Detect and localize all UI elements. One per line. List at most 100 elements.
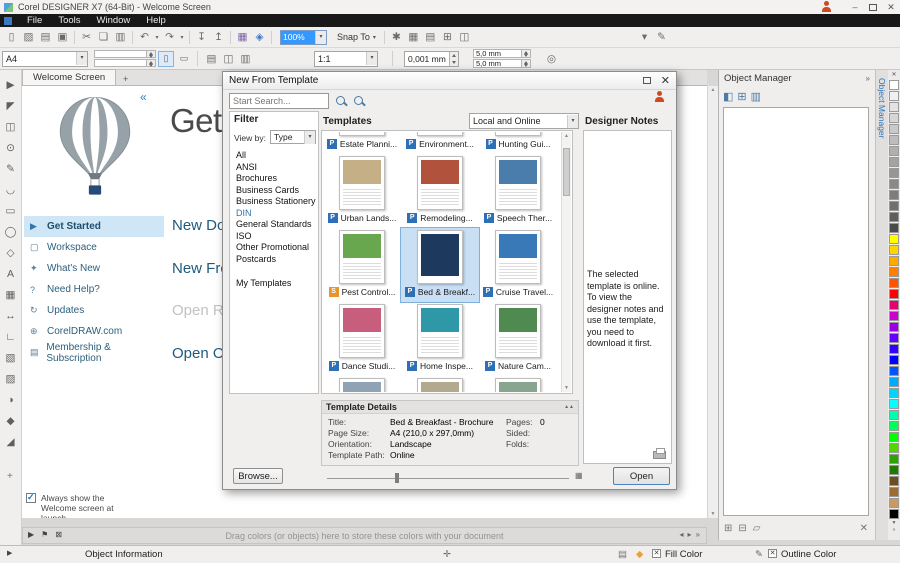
dimension-tool[interactable]: ↔ bbox=[2, 305, 20, 326]
menu-item[interactable]: File bbox=[19, 15, 50, 26]
freehand-tool[interactable]: ✎ bbox=[2, 158, 20, 179]
layer-manager-view-icon[interactable]: ▥ bbox=[751, 90, 761, 103]
template-item[interactable]: P Home Inspe... bbox=[401, 302, 479, 376]
color-swatch[interactable] bbox=[889, 366, 899, 376]
color-swatch[interactable] bbox=[889, 355, 899, 365]
template-item[interactable]: P Remodeling... bbox=[401, 154, 479, 228]
welcome-sidebar-item[interactable]: ⊕ CorelDRAW.com bbox=[24, 321, 164, 342]
scroll-right-icon[interactable]: ▸ bbox=[688, 530, 692, 539]
account-icon[interactable] bbox=[654, 91, 665, 103]
new-from-template-link[interactable]: New Fro bbox=[172, 260, 229, 277]
my-templates-item[interactable]: My Templates bbox=[236, 278, 291, 288]
color-swatch[interactable] bbox=[889, 344, 899, 354]
template-item[interactable] bbox=[479, 376, 557, 392]
template-scrollbar[interactable]: ▲ ▼ bbox=[561, 132, 571, 392]
redo-dropdown-icon[interactable]: ▾ bbox=[178, 29, 186, 45]
color-swatch[interactable] bbox=[889, 278, 899, 288]
color-swatch[interactable] bbox=[889, 311, 899, 321]
scroll-up-icon[interactable]: ▲ bbox=[562, 133, 571, 139]
template-item[interactable]: P Hunting Gui... bbox=[479, 132, 557, 154]
dialog-maximize-icon[interactable] bbox=[642, 77, 651, 84]
color-swatch[interactable] bbox=[889, 388, 899, 398]
export-icon[interactable]: ↥ bbox=[210, 29, 227, 45]
object-properties-icon[interactable]: ◧ bbox=[723, 90, 733, 103]
statusbar-flyout-icon[interactable]: ▶ bbox=[7, 549, 12, 557]
welcome-sidebar-item[interactable]: ↻ Updates bbox=[24, 300, 164, 321]
filter-category[interactable]: Brochures bbox=[232, 173, 316, 185]
welcome-sidebar-item[interactable]: ✦ What's New bbox=[24, 258, 164, 279]
template-item[interactable]: P Estate Planni... bbox=[323, 132, 401, 154]
drop-shadow-tool[interactable]: ▧ bbox=[2, 347, 20, 368]
grid-icon[interactable]: ⊞ bbox=[439, 29, 456, 45]
customize-icon[interactable]: ✎ bbox=[653, 29, 670, 45]
cut-icon[interactable]: ✂ bbox=[78, 29, 95, 45]
color-swatch[interactable] bbox=[889, 377, 899, 387]
color-swatch[interactable] bbox=[889, 157, 899, 167]
nudge-distance-field[interactable]: 0,001 mm bbox=[404, 50, 459, 67]
template-item[interactable]: P Environment... bbox=[401, 132, 479, 154]
color-swatch[interactable] bbox=[889, 399, 899, 409]
save-icon[interactable]: ▤ bbox=[37, 29, 54, 45]
menu-item[interactable]: Help bbox=[138, 15, 174, 26]
edit-across-layers-icon[interactable]: ⊞ bbox=[737, 90, 746, 103]
chevron-down-icon[interactable]: ▾ bbox=[315, 30, 326, 44]
connector-tool[interactable]: ∟ bbox=[2, 326, 20, 347]
crop-tool[interactable]: ◫ bbox=[2, 116, 20, 137]
docker-chevrons-icon[interactable]: » bbox=[866, 74, 870, 83]
color-swatch[interactable] bbox=[889, 168, 899, 178]
welcome-sidebar-item[interactable]: ▶ Get Started bbox=[24, 216, 164, 237]
toolbox-expand-icon[interactable]: + bbox=[7, 471, 13, 482]
document-vertical-scrollbar[interactable]: ▲ ▼ bbox=[707, 86, 718, 518]
template-item[interactable] bbox=[323, 376, 401, 392]
zoom-tool[interactable]: ⊙ bbox=[2, 137, 20, 158]
copy-icon[interactable]: ❏ bbox=[95, 29, 112, 45]
scroll-left-icon[interactable]: ◂ bbox=[680, 530, 684, 539]
print-icon[interactable]: ▣ bbox=[54, 29, 71, 45]
page-width-field[interactable] bbox=[94, 50, 156, 58]
table-tool[interactable]: ▦ bbox=[2, 284, 20, 305]
color-swatch[interactable] bbox=[889, 300, 899, 310]
filter-category[interactable]: DIN bbox=[232, 208, 316, 220]
filter-category[interactable]: All bbox=[232, 150, 316, 162]
filter-category[interactable]: Other Promotional bbox=[232, 242, 316, 254]
palette-scroll-down-icon[interactable]: ▼ bbox=[892, 520, 897, 526]
color-swatch[interactable] bbox=[889, 322, 899, 332]
filter-category[interactable]: ANSI bbox=[232, 162, 316, 174]
color-swatch[interactable] bbox=[889, 421, 899, 431]
ellipse-tool[interactable]: ◯ bbox=[2, 221, 20, 242]
filter-category[interactable]: Business Stationery bbox=[232, 196, 316, 208]
scroll-down-icon[interactable]: ▼ bbox=[562, 385, 571, 391]
filter-category[interactable]: Postcards bbox=[232, 254, 316, 266]
tab-welcome-screen[interactable]: Welcome Screen bbox=[22, 69, 117, 85]
drawing-units-icon[interactable]: ▥ bbox=[237, 51, 254, 67]
welcome-sidebar-item[interactable]: ▢ Workspace bbox=[24, 237, 164, 258]
scroll-down-icon[interactable]: ▼ bbox=[708, 511, 718, 517]
color-swatch[interactable] bbox=[889, 267, 899, 277]
template-item[interactable]: P Nature Cam... bbox=[479, 302, 557, 376]
always-show-checkbox[interactable] bbox=[26, 492, 36, 503]
palette-close-icon[interactable]: ✕ bbox=[891, 71, 896, 79]
search-icon[interactable] bbox=[335, 95, 348, 108]
new-object-icon[interactable]: ▱ bbox=[753, 523, 761, 534]
template-item[interactable]: P Cruise Travel... bbox=[479, 228, 557, 302]
template-item[interactable]: S Pest Control... bbox=[323, 228, 401, 302]
spinner[interactable] bbox=[448, 51, 458, 66]
rectangle-tool[interactable]: ▭ bbox=[2, 200, 20, 221]
application-launcher-icon[interactable]: ▦ bbox=[234, 29, 251, 45]
new-tab-button[interactable]: + bbox=[118, 72, 133, 85]
color-swatch[interactable] bbox=[889, 289, 899, 299]
delete-icon[interactable]: ✕ bbox=[860, 523, 868, 534]
duplicate-y-field[interactable]: 5,0 mm bbox=[473, 59, 531, 68]
color-swatch[interactable] bbox=[889, 498, 899, 508]
drawing-scale-combo[interactable]: 1:1 ▾ bbox=[314, 50, 378, 67]
welcome-sidebar-item[interactable]: ? Need Help? bbox=[24, 279, 164, 300]
color-swatch[interactable] bbox=[889, 223, 899, 233]
template-item[interactable]: P Speech Ther... bbox=[479, 154, 557, 228]
curve-tool[interactable]: ◡ bbox=[2, 179, 20, 200]
transparency-tool[interactable]: ▨ bbox=[2, 368, 20, 389]
color-swatch[interactable] bbox=[889, 91, 899, 101]
color-swatch[interactable] bbox=[889, 454, 899, 464]
template-item[interactable]: P Bed & Breakf... bbox=[400, 227, 480, 303]
snap-settings-icon[interactable]: ▦ bbox=[405, 29, 422, 45]
duplicate-x-field[interactable]: 5,0 mm bbox=[473, 49, 531, 58]
